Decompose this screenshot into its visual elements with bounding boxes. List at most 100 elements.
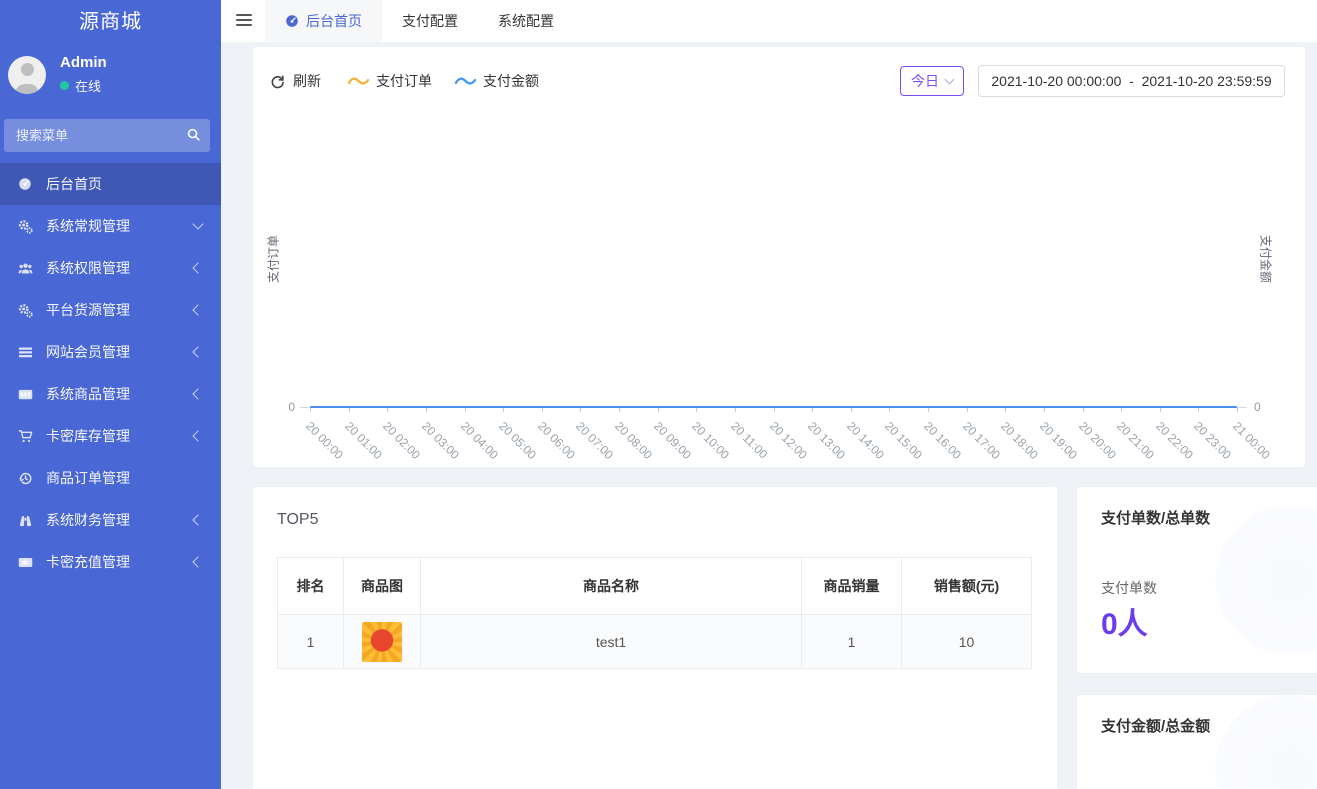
x-tick-label: 20 13:00 [805,419,848,462]
sidebar-item-label: 卡密充值管理 [46,552,194,572]
y-axis-right-title: 支付金额 [1258,235,1275,283]
column-header: 商品名称 [421,558,802,615]
legend-line-icon [454,75,477,87]
sidebar-item-goods-orders[interactable]: 商品订单管理 [0,457,221,499]
topbar: 后台首页 支付配置 系统配置 [221,0,1317,42]
x-tick-label: 20 02:00 [380,419,423,462]
x-tick [1237,408,1238,412]
x-tick [928,408,929,412]
x-tick-label: 20 18:00 [998,419,1041,462]
x-tick-label: 20 07:00 [573,419,616,462]
cell-rank: 1 [278,615,344,669]
search-input[interactable] [4,119,210,152]
x-tick [580,408,581,412]
x-tick [465,408,466,412]
x-tick [1160,408,1161,412]
table-body: 1test1110 [278,615,1032,669]
app-logo[interactable]: 源商城 [0,0,221,44]
chevron-down-icon [945,75,955,85]
x-tick-label: 20 00:00 [303,419,346,462]
chevron-left-icon [192,514,203,525]
chevron-left-icon [192,346,203,357]
user-status-label: 在线 [75,76,101,95]
sidebar-item-card-inventory[interactable]: 卡密库存管理 [0,415,221,457]
sidebar-item-label: 商品订单管理 [46,468,205,488]
x-tick [658,408,659,412]
x-tick-label: 21 00:00 [1230,419,1273,462]
x-tick [1121,408,1122,412]
chevron-left-icon [192,262,203,273]
sidebar-item-label: 后台首页 [46,174,205,194]
tab-dashboard[interactable]: 后台首页 [265,0,382,42]
tab-system-config[interactable]: 系统配置 [478,0,574,42]
chevron-left-icon [192,304,203,315]
sidebar-item-system-permission[interactable]: 系统权限管理 [0,247,221,289]
x-tick [349,408,350,412]
sidebar-item-dashboard[interactable]: 后台首页 [0,163,221,205]
sidebar-item-system-goods[interactable]: 系统商品管理 [0,373,221,415]
x-tick [426,408,427,412]
product-image [362,622,402,662]
column-header: 排名 [278,558,344,615]
x-tick [735,408,736,412]
sidebar-item-label: 系统权限管理 [46,258,194,278]
x-tick [1198,408,1199,412]
x-tick-label: 20 03:00 [419,419,462,462]
user-name: Admin [60,54,107,72]
legend-label: 支付金额 [483,71,539,91]
tab-label: 支付配置 [402,11,458,31]
x-tick [503,408,504,412]
x-tick-label: 20 11:00 [728,419,770,461]
cogs-icon [18,219,35,234]
chevron-left-icon [192,556,203,567]
legend-payment-amount[interactable]: 支付金额 [454,71,539,91]
x-tick [889,408,890,412]
chart-toolbar-right: 今日 [900,65,1285,97]
tab-payment-config[interactable]: 支付配置 [382,0,478,42]
refresh-button[interactable]: 刷新 [270,71,321,91]
date-preset-label: 今日 [911,71,939,91]
search-icon [186,127,201,147]
legend-payment-orders[interactable]: 支付订单 [347,71,432,91]
user-panel: Admin 在线 [0,44,221,95]
chart-panel: 刷新 支付订单 支付金额 今日 支付订单 支付金额 0 0 [253,47,1305,467]
stat-card-title: 支付单数/总单数 [1101,507,1210,528]
top5-panel: TOP5 排名商品图商品名称商品销量销售额(元) 1test1110 [253,487,1057,789]
chart-legend: 支付订单 支付金额 [347,71,539,91]
cell-sales: 1 [802,615,902,669]
y-axis-right-tick-label: 0 [1254,400,1261,414]
x-tick [1005,408,1006,412]
hamburger-icon[interactable] [236,14,252,28]
sidebar-item-system-general[interactable]: 系统常规管理 [0,205,221,247]
sidebar-item-label: 系统财务管理 [46,510,194,530]
online-dot-icon [60,81,69,90]
x-tick-label: 20 08:00 [612,419,655,462]
x-tick [1083,408,1084,412]
x-tick-label: 20 12:00 [767,419,810,462]
column-header: 商品销量 [802,558,902,615]
sidebar-item-system-finance[interactable]: 系统财务管理 [0,499,221,541]
sidebar-item-site-members[interactable]: 网站会员管理 [0,331,221,373]
date-range-input[interactable] [978,65,1285,97]
x-tick [812,408,813,412]
x-tick [1044,408,1045,412]
sidebar-item-label: 卡密库存管理 [46,426,194,446]
sidebar-item-platform-supply[interactable]: 平台货源管理 [0,289,221,331]
chevron-left-icon [192,430,203,441]
x-tick-label: 20 20:00 [1076,419,1119,462]
tab-label: 后台首页 [306,11,362,31]
x-tick-label: 20 06:00 [535,419,578,462]
list-icon [18,345,35,360]
nav-tabs: 后台首页 支付配置 系统配置 [265,0,574,42]
chevron-down-icon [192,218,203,229]
tab-label: 系统配置 [498,11,554,31]
date-preset-button[interactable]: 今日 [900,66,964,96]
history-icon [18,471,35,486]
sidebar-item-card-recharge[interactable]: 卡密充值管理 [0,541,221,583]
card-icon [18,387,35,402]
x-tick [619,408,620,412]
avatar [8,56,46,94]
y-axis-left-tick-label: 0 [281,400,295,414]
cell-product-image [344,615,421,669]
card-decoration [1215,505,1317,655]
